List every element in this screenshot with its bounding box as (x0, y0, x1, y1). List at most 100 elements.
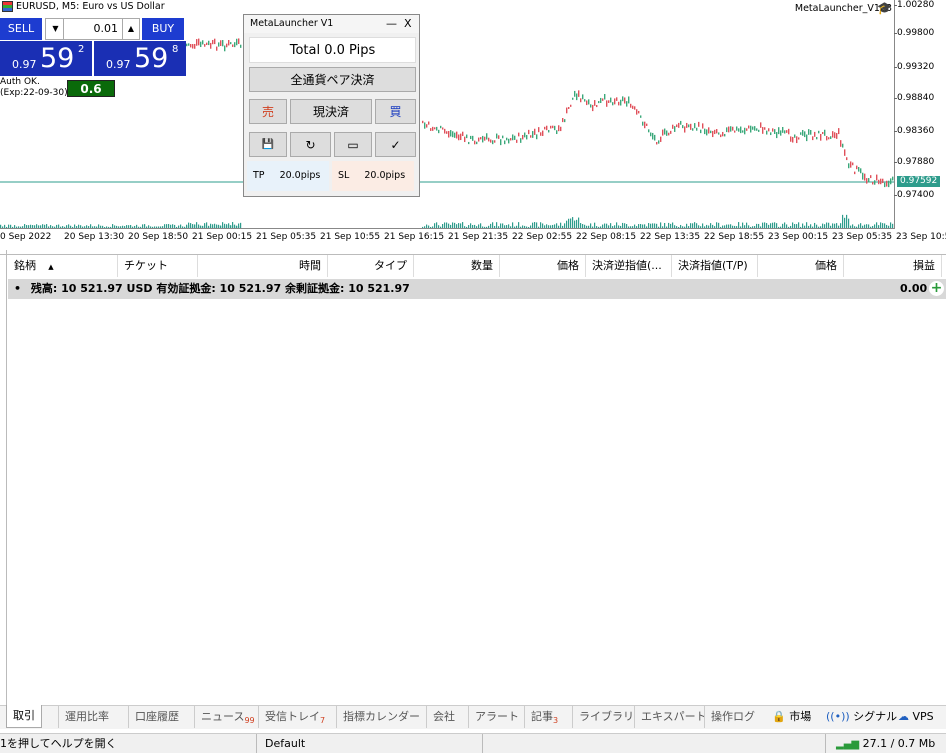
column-header[interactable]: 損益 (844, 255, 942, 277)
volume-value[interactable]: 0.01 (68, 19, 119, 39)
tab-item[interactable]: 会社 (426, 706, 461, 728)
candle (842, 143, 844, 148)
candle (668, 132, 670, 136)
tab-item[interactable]: 記事3 (524, 706, 564, 728)
sell-price-big: 59 (40, 43, 75, 74)
time-tick-label: 22 Sep 08:15 (576, 232, 637, 242)
tab-market[interactable]: 🔒 市場 (772, 706, 811, 728)
column-header[interactable]: 決済指値(T/P) (672, 255, 758, 277)
candle (436, 126, 438, 131)
balance-text: 残高: 10 521.97 USD 有効証拠金: 10 521.97 余剰証拠金… (30, 282, 410, 295)
column-header[interactable]: 銘柄 ▲ (8, 255, 118, 277)
candle (208, 40, 210, 46)
candle (488, 137, 490, 142)
tab-item[interactable]: 指標カレンダー (336, 706, 426, 728)
tab-item[interactable]: エキスパート (634, 706, 713, 728)
candle (812, 136, 814, 141)
column-header[interactable]: チケット (118, 255, 198, 277)
column-header[interactable]: 時間 (198, 255, 328, 277)
candle (872, 181, 874, 185)
candle (448, 130, 450, 138)
candle (686, 122, 688, 128)
column-header[interactable]: 価格 (500, 255, 586, 277)
tp-label: TP (253, 170, 265, 181)
candle (454, 132, 456, 138)
candle (708, 127, 710, 134)
candle (866, 178, 868, 184)
check-icon[interactable]: ✓ (375, 132, 416, 157)
candle (450, 130, 452, 137)
candle (688, 124, 690, 128)
tab-item[interactable]: ニュース99 (194, 706, 261, 728)
tab-vps[interactable]: ☁ VPS (898, 706, 934, 728)
refresh-icon[interactable]: ↻ (290, 132, 331, 157)
candle (880, 178, 882, 185)
candle (188, 43, 190, 46)
tab-item[interactable]: 取引 (6, 705, 42, 728)
candle (616, 97, 618, 101)
stop-loss-field[interactable]: SL 20.0pips (332, 161, 414, 191)
buy-price[interactable]: 0.97 59 8 (94, 41, 186, 76)
volume-bar (842, 214, 844, 228)
launcher-title-bar[interactable]: MetaLauncher V1 — X (244, 15, 419, 33)
candle (622, 96, 624, 102)
close-icon[interactable]: X (404, 15, 412, 33)
candle (594, 100, 596, 106)
tab-item[interactable]: 運用比率 (58, 706, 115, 728)
candle (658, 140, 660, 144)
tab-item[interactable]: アラート (468, 706, 525, 728)
candle (818, 130, 820, 134)
candle (836, 132, 838, 139)
add-icon[interactable]: + (929, 281, 944, 296)
candle (878, 179, 880, 185)
tab-signals[interactable]: ((•)) シグナル (826, 706, 897, 728)
candle (858, 166, 860, 172)
candle (210, 42, 212, 49)
volume-increase-icon[interactable]: ▲ (122, 19, 139, 39)
tab-item[interactable]: 口座履歴 (128, 706, 185, 728)
sell-order-button[interactable]: 売 (249, 99, 287, 124)
candle (494, 140, 496, 143)
price-tick-label: 0.98840 (897, 93, 935, 103)
minimize-icon[interactable]: — (386, 15, 397, 33)
sell-price[interactable]: 0.97 59 2 (0, 41, 92, 76)
window-icon[interactable]: ▭ (334, 132, 372, 157)
tab-item[interactable]: 操作ログ (704, 706, 761, 728)
candle (508, 138, 510, 144)
candle (606, 100, 608, 107)
tab-item[interactable]: 受信トレイ7 (258, 706, 331, 728)
column-header[interactable]: 数量 (414, 255, 500, 277)
candle (536, 134, 538, 140)
candle (580, 98, 582, 103)
candle (794, 134, 796, 138)
tab-item[interactable]: ライブラリ (572, 706, 640, 728)
close-all-pairs-button[interactable]: 全通貨ペア決済 (249, 67, 416, 92)
volume-field[interactable]: ▼ 0.01 ▲ (45, 18, 140, 40)
connection-status[interactable]: ▂▄▆ 27.1 / 0.7 Mb (825, 734, 946, 753)
candle (444, 128, 446, 134)
candle (604, 94, 606, 100)
volume-decrease-icon[interactable]: ▼ (48, 19, 64, 39)
candle (542, 130, 544, 136)
candle (424, 122, 426, 129)
tab-badge: 3 (553, 716, 559, 726)
buy-button[interactable]: BUY (142, 18, 184, 40)
column-header[interactable]: タイプ (328, 255, 414, 277)
time-tick-label: 20 Sep 13:30 (64, 232, 125, 242)
take-profit-field[interactable]: TP 20.0pips (247, 161, 329, 191)
toolbox-side-tab[interactable] (0, 250, 7, 710)
candle (468, 141, 470, 145)
sell-button[interactable]: SELL (0, 18, 42, 40)
buy-order-button[interactable]: 買 (375, 99, 416, 124)
candle (530, 135, 532, 138)
candle (848, 163, 850, 169)
tab-label: 受信トレイ (265, 710, 320, 723)
close-current-button[interactable]: 現決済 (290, 99, 372, 124)
save-icon[interactable]: 💾 (249, 132, 287, 157)
column-header[interactable]: 価格 (758, 255, 844, 277)
candle (574, 90, 576, 97)
tab-label: 指標カレンダー (343, 710, 420, 723)
column-header[interactable]: 決済逆指値(... (586, 255, 672, 277)
candle (700, 129, 702, 134)
candle (224, 45, 226, 52)
